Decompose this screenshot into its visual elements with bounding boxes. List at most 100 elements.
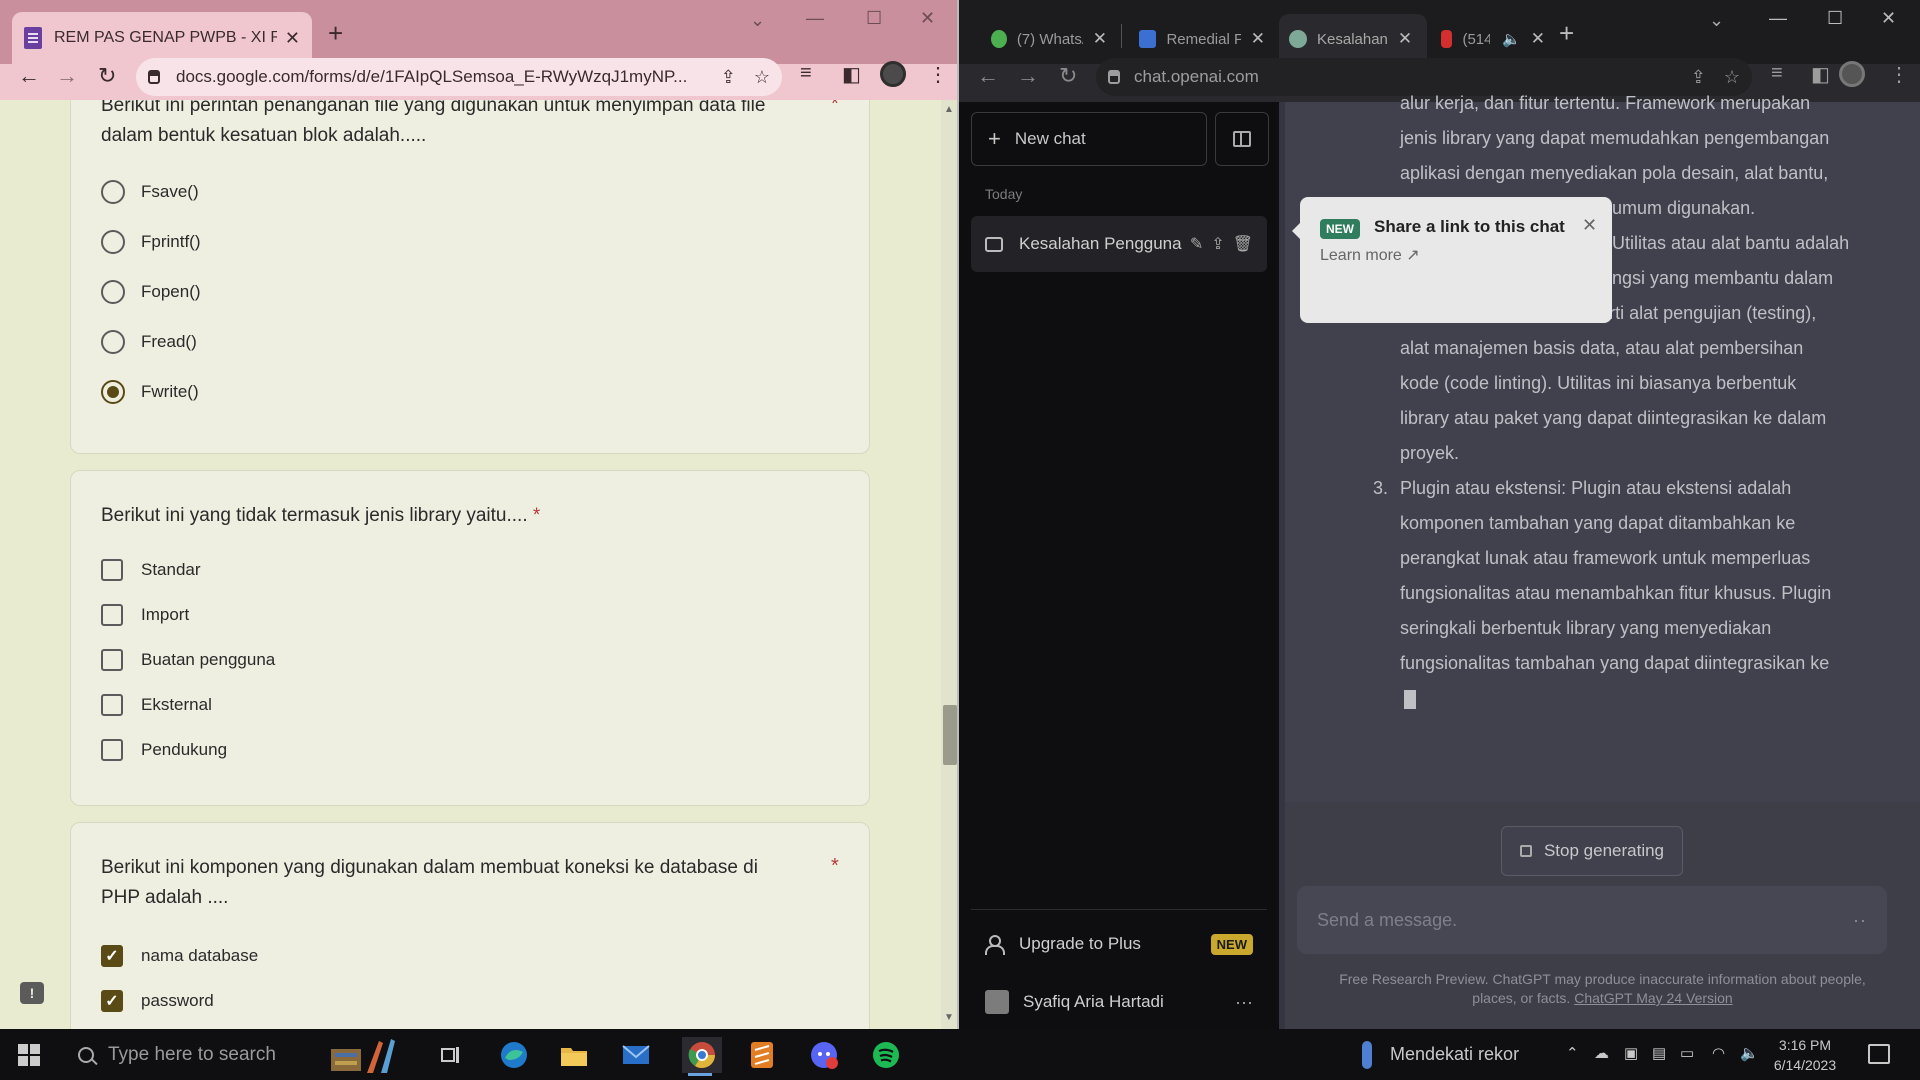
new-tab-button[interactable]: + bbox=[328, 20, 343, 46]
file-explorer-icon[interactable] bbox=[556, 1037, 592, 1073]
radio-button[interactable] bbox=[101, 230, 125, 254]
menu-icon[interactable]: ⋮ bbox=[928, 62, 948, 87]
radio-option[interactable]: Fprintf() bbox=[101, 229, 201, 255]
checkbox[interactable] bbox=[101, 649, 123, 671]
share-icon[interactable]: ⇪ bbox=[1211, 234, 1224, 254]
close-icon[interactable]: ✕ bbox=[1582, 215, 1597, 236]
maximize-button[interactable]: ☐ bbox=[866, 8, 882, 29]
upgrade-button[interactable]: Upgrade to Plus NEW bbox=[971, 922, 1267, 966]
audio-icon[interactable]: 🔈 bbox=[1502, 30, 1521, 48]
chevron-up-icon[interactable]: ⌃ bbox=[1566, 1044, 1579, 1062]
new-chat-button[interactable]: + New chat bbox=[971, 112, 1207, 166]
tab-search-icon[interactable]: ⌄ bbox=[750, 10, 765, 31]
profile-avatar[interactable] bbox=[1839, 61, 1865, 87]
display-icon[interactable]: ▤ bbox=[1652, 1044, 1666, 1062]
tab-whatsapp[interactable]: (7) WhatsA ✕ bbox=[981, 14, 1117, 64]
checkbox-option[interactable]: Import bbox=[101, 602, 189, 628]
system-clock[interactable]: 3:16 PM 6/14/2023 bbox=[1760, 1035, 1850, 1075]
sidepanel-icon[interactable]: ◧ bbox=[842, 62, 861, 87]
tab-close-icon[interactable]: ✕ bbox=[1093, 29, 1107, 49]
radio-button[interactable] bbox=[101, 280, 125, 304]
radio-option[interactable]: Fopen() bbox=[101, 279, 201, 305]
scrollbar-thumb[interactable] bbox=[943, 705, 957, 765]
stop-generating-button[interactable]: Stop generating bbox=[1501, 826, 1683, 876]
tab-close-icon[interactable]: ✕ bbox=[285, 28, 300, 49]
tab-close-icon[interactable]: ✕ bbox=[1531, 29, 1545, 49]
checkbox[interactable] bbox=[101, 739, 123, 761]
checkbox-option[interactable]: Eksternal bbox=[101, 692, 212, 718]
star-icon[interactable]: ☆ bbox=[1724, 67, 1740, 88]
reload-icon[interactable]: ↻ bbox=[1059, 64, 1077, 88]
sidepanel-icon[interactable]: ◧ bbox=[1811, 62, 1830, 87]
media-icon[interactable]: ≡ bbox=[800, 62, 812, 85]
meet-icon[interactable]: ▣ bbox=[1624, 1044, 1638, 1062]
mail-icon[interactable] bbox=[618, 1037, 654, 1073]
share-icon[interactable]: ⇪ bbox=[721, 67, 736, 88]
windows-start-icon[interactable] bbox=[18, 1044, 40, 1066]
notification-icon[interactable] bbox=[1868, 1044, 1890, 1064]
tab-close-icon[interactable]: ✕ bbox=[1398, 29, 1412, 49]
maximize-button[interactable]: ☐ bbox=[1827, 8, 1843, 29]
checkbox-option-checked[interactable]: ✓ password bbox=[101, 988, 214, 1014]
radio-option[interactable]: Fsave() bbox=[101, 179, 199, 205]
radio-button-selected[interactable] bbox=[101, 380, 125, 404]
reload-icon[interactable]: ↻ bbox=[98, 64, 116, 88]
edit-icon[interactable]: ✎ bbox=[1190, 234, 1203, 254]
user-menu[interactable]: Syafiq Aria Hartadi ··· bbox=[971, 980, 1267, 1024]
tab-remedial[interactable]: Remedial F ✕ bbox=[1129, 14, 1275, 64]
checkbox-option[interactable]: Standar bbox=[101, 557, 201, 583]
back-icon[interactable]: ← bbox=[977, 64, 999, 88]
tab-chatgpt[interactable]: Kesalahan ✕ bbox=[1279, 14, 1427, 64]
scroll-down-arrow[interactable]: ▼ bbox=[944, 1012, 954, 1023]
version-link[interactable]: ChatGPT May 24 Version bbox=[1574, 990, 1732, 1006]
scroll-up-arrow[interactable]: ▲ bbox=[944, 104, 954, 115]
radio-button[interactable] bbox=[101, 330, 125, 354]
volume-icon[interactable]: 🔈 bbox=[1740, 1044, 1759, 1062]
widgets-app[interactable] bbox=[326, 1037, 398, 1073]
checkbox-option[interactable]: Buatan pengguna bbox=[101, 647, 275, 673]
back-icon[interactable]: ← bbox=[18, 64, 40, 88]
report-icon[interactable]: ! bbox=[20, 982, 44, 1004]
close-window-button[interactable]: ✕ bbox=[920, 8, 935, 29]
cloud-icon[interactable]: ☁ bbox=[1594, 1044, 1609, 1062]
more-icon[interactable]: ··· bbox=[1235, 992, 1253, 1013]
checkbox-option[interactable]: Pendukung bbox=[101, 737, 227, 763]
checkbox[interactable] bbox=[101, 694, 123, 716]
checkbox[interactable] bbox=[101, 604, 123, 626]
spotify-icon[interactable] bbox=[868, 1037, 904, 1073]
sidebar-toggle-icon[interactable] bbox=[1215, 112, 1269, 166]
tab-youtube[interactable]: (5143) 🔈 ✕ bbox=[1431, 14, 1555, 64]
profile-avatar[interactable] bbox=[880, 61, 906, 87]
tab-close-icon[interactable]: ✕ bbox=[1251, 29, 1265, 49]
weather-widget[interactable]: Mendekati rekor bbox=[1362, 1029, 1519, 1080]
chat-history-item[interactable]: Kesalahan Pengguna ✎ ⇪ 🗑 bbox=[971, 216, 1267, 272]
forward-icon[interactable]: → bbox=[1017, 64, 1039, 88]
checkbox-checked[interactable]: ✓ bbox=[101, 990, 123, 1012]
radio-option-selected[interactable]: Fwrite() bbox=[101, 379, 199, 405]
wifi-icon[interactable]: ◠ bbox=[1712, 1044, 1725, 1062]
share-icon[interactable]: ⇪ bbox=[1691, 67, 1706, 88]
menu-icon[interactable]: ⋮ bbox=[1889, 62, 1909, 87]
edge-icon[interactable] bbox=[496, 1037, 532, 1073]
address-bar[interactable]: docs.google.com/forms/d/e/1FAIpQLSemsoa_… bbox=[136, 58, 782, 96]
radio-button[interactable] bbox=[101, 180, 125, 204]
task-view-icon[interactable] bbox=[432, 1037, 468, 1073]
forward-icon[interactable]: → bbox=[56, 64, 78, 88]
checkbox[interactable] bbox=[101, 559, 123, 581]
star-icon[interactable]: ☆ bbox=[754, 67, 770, 88]
checkbox-option-checked[interactable]: ✓ nama database bbox=[101, 943, 258, 969]
chrome-icon[interactable] bbox=[682, 1037, 722, 1076]
media-icon[interactable]: ≡ bbox=[1771, 62, 1783, 85]
tab-google-forms[interactable]: REM PAS GENAP PWPB - XI RPL ✕ bbox=[12, 12, 312, 64]
checkbox-checked[interactable]: ✓ bbox=[101, 945, 123, 967]
minimize-button[interactable]: — bbox=[806, 8, 824, 29]
taskbar-search[interactable]: Type here to search bbox=[58, 1029, 308, 1080]
radio-option[interactable]: Fread() bbox=[101, 329, 197, 355]
tab-search-icon[interactable]: ⌄ bbox=[1709, 10, 1724, 31]
message-input[interactable]: Send a message. ·· bbox=[1297, 886, 1887, 954]
sublime-icon[interactable] bbox=[744, 1037, 780, 1073]
new-tab-button[interactable]: + bbox=[1559, 20, 1574, 46]
battery-icon[interactable]: ▭ bbox=[1680, 1044, 1694, 1062]
discord-icon[interactable] bbox=[806, 1037, 842, 1073]
trash-icon[interactable]: 🗑 bbox=[1233, 234, 1253, 254]
